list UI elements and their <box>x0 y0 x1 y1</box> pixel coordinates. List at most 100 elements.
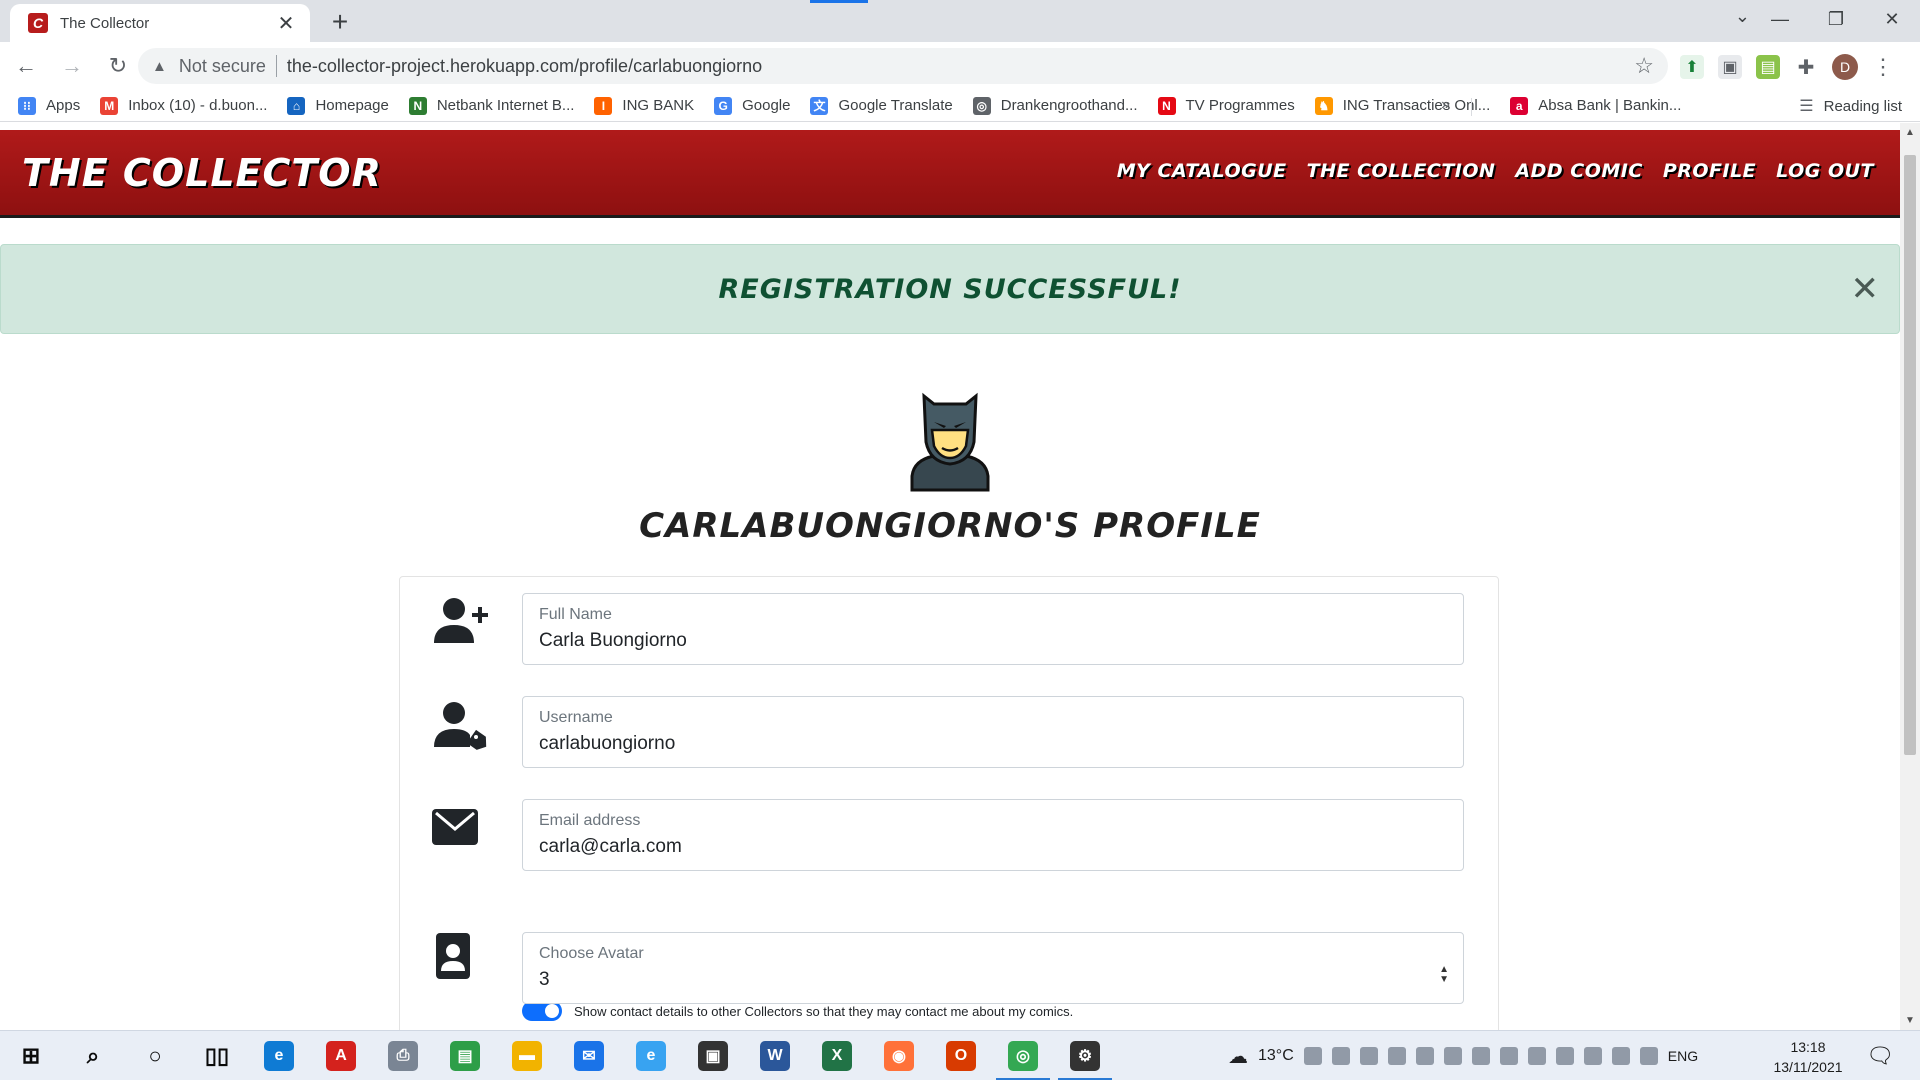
tray-device-icon[interactable] <box>1583 1047 1602 1065</box>
bookmark-item[interactable]: ♞ ING Transacties Onl... <box>1314 96 1490 115</box>
forward-icon[interactable]: → <box>52 46 92 86</box>
translate-icon: 文 <box>810 96 829 115</box>
weather-icon[interactable]: ☁ <box>1228 1044 1248 1069</box>
nav-profile[interactable]: Profile <box>1663 160 1756 182</box>
menu-kebab-icon[interactable]: ⋮ <box>1872 54 1894 80</box>
file-explorer-icon: ▬ <box>512 1040 542 1071</box>
taskbar-item[interactable]: e <box>248 1031 310 1080</box>
settings-icon: ⚙ <box>1070 1040 1100 1071</box>
wifi-icon[interactable] <box>1527 1047 1546 1065</box>
email-field[interactable]: Email address carla@carla.com <box>522 799 1464 871</box>
taskbar-item[interactable]: e <box>620 1031 682 1080</box>
temperature[interactable]: 13°C <box>1258 1047 1294 1065</box>
bookmark-item[interactable]: N TV Programmes <box>1157 96 1295 115</box>
nav-the-collection[interactable]: The Collection <box>1307 160 1496 182</box>
search-icon: ⌕ <box>86 1042 100 1068</box>
taskbar-item[interactable]: W <box>744 1031 806 1080</box>
bookmark-label: Inbox (10) - d.buon... <box>128 97 268 114</box>
taskbar-item[interactable]: ⌕ <box>62 1031 124 1080</box>
page-scrollbar[interactable]: ▲ ▼ <box>1900 123 1920 1030</box>
taskbar-item[interactable]: ✉ <box>558 1031 620 1080</box>
bookmark-item[interactable]: 文 Google Translate <box>810 96 953 115</box>
email-value[interactable]: carla@carla.com <box>539 836 1447 858</box>
flash-alert: Registration Successful! ✕ <box>0 244 1900 334</box>
avatar-value[interactable]: 3 <box>539 969 1447 991</box>
restore-icon[interactable]: ❐ <box>1808 0 1864 38</box>
bookmark-item[interactable]: ⁝⁝ Apps <box>18 96 81 115</box>
bookmark-item[interactable]: G Google <box>714 96 790 115</box>
reading-list-button[interactable]: ☰ Reading list <box>1799 96 1902 116</box>
address-bar[interactable]: ▲ Not secure the-collector-project.herok… <box>138 48 1668 84</box>
volume-icon[interactable] <box>1499 1047 1518 1065</box>
bookmark-item[interactable]: M Inbox (10) - d.buon... <box>100 96 268 115</box>
taskbar-item[interactable]: ▣ <box>682 1031 744 1080</box>
extension-notes-icon[interactable]: ▤ <box>1756 55 1780 79</box>
tray-shield-icon[interactable] <box>1415 1047 1434 1065</box>
system-clock[interactable]: 13:18 13/11/2021 <box>1768 1037 1848 1077</box>
full-name-value[interactable]: Carla Buongiorno <box>539 630 1447 652</box>
taskbar-item[interactable]: ○ <box>124 1031 186 1080</box>
onedrive-icon[interactable] <box>1471 1047 1490 1065</box>
scroll-up-icon[interactable]: ▲ <box>1905 127 1915 138</box>
username-value[interactable]: carlabuongiorno <box>539 733 1447 755</box>
tray-display-icon[interactable] <box>1611 1047 1630 1065</box>
full-name-field[interactable]: Full Name Carla Buongiorno <box>522 593 1464 665</box>
bookmark-star-icon[interactable]: ☆ <box>1634 53 1654 79</box>
taskbar-item[interactable]: ▯▯ <box>186 1031 248 1080</box>
bookmarks-overflow-icon[interactable]: » <box>1441 96 1450 114</box>
alert-close-icon[interactable]: ✕ <box>1851 269 1880 309</box>
acrobat-icon: A <box>326 1040 356 1071</box>
nav-add-comic[interactable]: Add Comic <box>1515 160 1642 182</box>
taskbar-item[interactable]: ◎ <box>992 1031 1054 1080</box>
reload-icon[interactable]: ↻ <box>98 46 138 86</box>
extension-pin-icon[interactable]: ⬆ <box>1680 55 1704 79</box>
bookmark-item[interactable]: ◎ Drankengroothand... <box>972 96 1138 115</box>
extension-camera-icon[interactable]: ▣ <box>1718 55 1742 79</box>
taskbar-item[interactable]: X <box>806 1031 868 1080</box>
security-label[interactable]: Not secure <box>179 56 266 77</box>
taskbar-item[interactable]: ▤ <box>434 1031 496 1080</box>
taskbar-item[interactable]: ▬ <box>496 1031 558 1080</box>
taskbar-item[interactable]: ⚙ <box>1054 1031 1116 1080</box>
battery-icon[interactable] <box>1555 1047 1574 1065</box>
keyboard-icon[interactable] <box>1639 1047 1658 1065</box>
nav-log-out[interactable]: Log Out <box>1776 160 1874 182</box>
bookmark-label: Apps <box>46 97 81 114</box>
tab-the-collector[interactable]: C The Collector ✕ <box>10 4 310 42</box>
avatar-stepper-icon[interactable]: ▲ ▼ <box>1439 965 1449 985</box>
tray-app-icon[interactable] <box>1303 1047 1322 1065</box>
taskbar-item[interactable]: ⎙ <box>372 1031 434 1080</box>
tray-green-icon[interactable] <box>1387 1047 1406 1065</box>
taskbar-item[interactable]: O <box>930 1031 992 1080</box>
bookmark-item[interactable]: I ING BANK <box>594 96 694 115</box>
contact-toggle-switch[interactable] <box>522 1001 562 1021</box>
taskbar-item[interactable]: ⊞ <box>0 1031 62 1080</box>
extensions-puzzle-icon[interactable]: ✚ <box>1794 55 1818 79</box>
avatar-select-field[interactable]: Choose Avatar 3 ▲ ▼ <box>522 932 1464 1004</box>
site-brand-link[interactable]: The Collector <box>22 151 382 195</box>
bluetooth-icon[interactable] <box>1443 1047 1462 1065</box>
bookmark-item[interactable]: ⌂ Homepage <box>287 96 389 115</box>
url-text[interactable]: the-collector-project.herokuapp.com/prof… <box>287 56 1634 77</box>
taskbar-item[interactable]: ◉ <box>868 1031 930 1080</box>
tab-search-icon[interactable]: ⌄ <box>1735 6 1750 27</box>
minimize-icon[interactable]: — <box>1752 0 1808 38</box>
close-tab-icon[interactable]: ✕ <box>274 11 298 36</box>
username-field[interactable]: Username carlabuongiorno <box>522 696 1464 768</box>
scroll-thumb[interactable] <box>1904 155 1916 755</box>
taskbar-item[interactable]: A <box>310 1031 372 1080</box>
close-window-icon[interactable]: ✕ <box>1864 0 1920 38</box>
bookmark-item[interactable]: a Absa Bank | Bankin... <box>1510 96 1681 115</box>
tray-security-icon[interactable] <box>1331 1047 1350 1065</box>
notification-icon[interactable]: 🗨 <box>1866 1043 1894 1069</box>
input-language[interactable]: ENG <box>1668 1048 1698 1064</box>
warning-icon[interactable]: ▲ <box>152 58 167 75</box>
new-tab-button[interactable]: + <box>322 6 358 38</box>
scroll-down-icon[interactable]: ▼ <box>1905 1015 1915 1026</box>
profile-avatar[interactable]: D <box>1832 54 1858 80</box>
tray-meet-icon[interactable] <box>1359 1047 1378 1065</box>
back-icon[interactable]: ← <box>6 46 46 86</box>
nav-my-catalogue[interactable]: My Catalogue <box>1117 160 1287 182</box>
bookmark-item[interactable]: N Netbank Internet B... <box>408 96 574 115</box>
excel-icon: X <box>822 1040 852 1071</box>
